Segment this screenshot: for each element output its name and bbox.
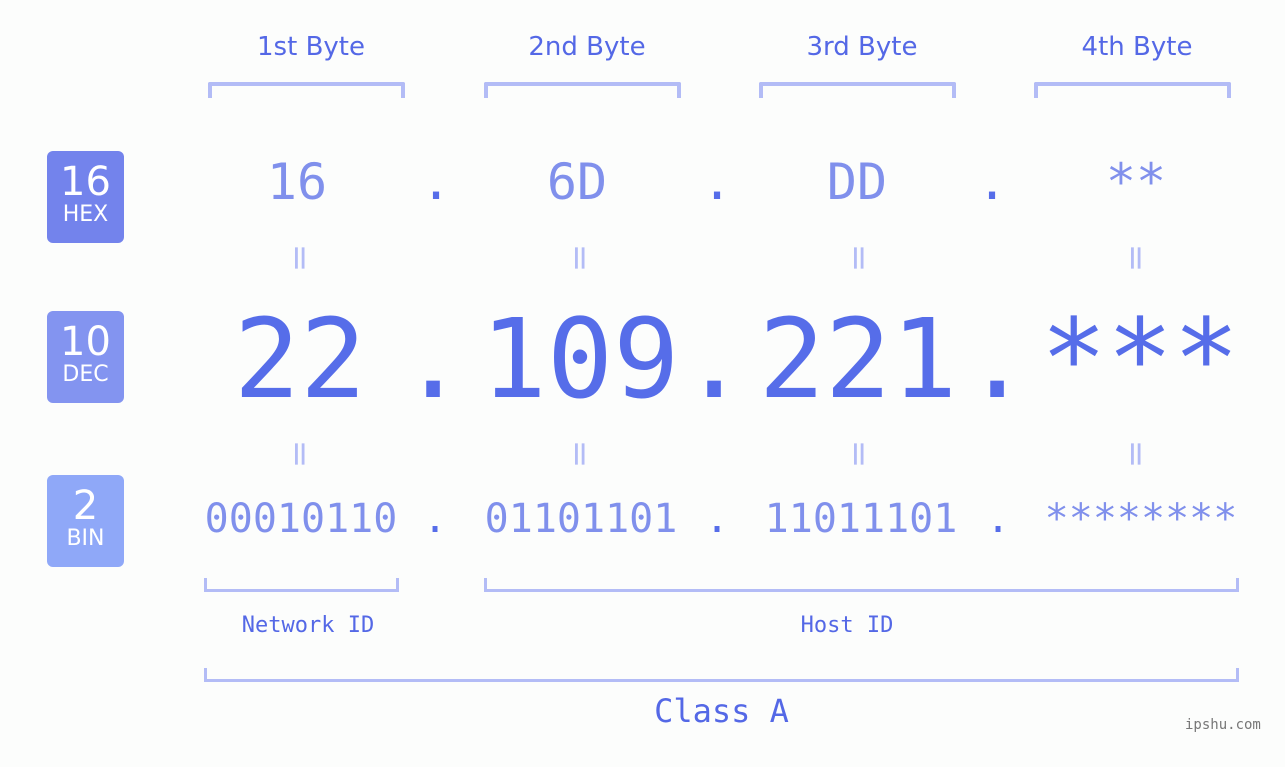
- bin-dot-3: .: [985, 496, 1011, 542]
- equals-dec-bin-2: =: [560, 439, 600, 469]
- bin-byte-2: 01101101: [484, 496, 678, 542]
- host-id-label: Host ID: [800, 613, 894, 638]
- equals-dec-bin-1: =: [280, 439, 320, 469]
- hex-badge: 16 HEX: [47, 151, 124, 243]
- host-id-bracket: [484, 578, 1239, 592]
- hex-badge-label: HEX: [62, 202, 109, 227]
- equals-hex-dec-2: =: [560, 243, 600, 273]
- equals-hex-dec-1: =: [280, 243, 320, 273]
- dec-byte-3: 221: [758, 295, 958, 423]
- network-id-bracket: [204, 578, 399, 592]
- network-id-label: Network ID: [241, 613, 375, 638]
- dec-byte-4: ***: [1040, 295, 1240, 423]
- dec-dot-3: .: [964, 295, 1031, 423]
- bin-dot-2: .: [704, 496, 730, 542]
- dec-dot-2: .: [681, 295, 748, 423]
- dec-byte-1: 22: [233, 295, 367, 423]
- dec-badge: 10 DEC: [47, 311, 124, 403]
- byte-header-2: 2nd Byte: [528, 32, 646, 62]
- equals-dec-bin-4: =: [1116, 439, 1156, 469]
- bin-badge-label: BIN: [66, 526, 105, 551]
- equals-hex-dec-3: =: [839, 243, 879, 273]
- class-bracket: [204, 668, 1239, 682]
- bin-byte-1: 00010110: [204, 496, 398, 542]
- bin-byte-4: ********: [1044, 496, 1238, 542]
- equals-dec-bin-3: =: [839, 439, 879, 469]
- byte-bracket-2: [484, 82, 681, 98]
- hex-badge-number: 16: [60, 159, 111, 205]
- watermark: ipshu.com: [1185, 717, 1261, 733]
- class-label: Class A: [654, 692, 789, 730]
- byte-header-4: 4th Byte: [1081, 32, 1193, 62]
- bin-badge: 2 BIN: [47, 475, 124, 567]
- bin-badge-number: 2: [72, 483, 99, 529]
- dec-dot-1: .: [400, 295, 467, 423]
- byte-header-3: 3rd Byte: [806, 32, 918, 62]
- hex-byte-4: **: [1105, 153, 1167, 211]
- byte-bracket-4: [1034, 82, 1231, 98]
- byte-bracket-3: [759, 82, 956, 98]
- bin-byte-3: 11011101: [764, 496, 958, 542]
- dec-badge-label: DEC: [62, 362, 109, 387]
- equals-hex-dec-4: =: [1116, 243, 1156, 273]
- byte-header-1: 1st Byte: [257, 32, 365, 62]
- dec-byte-2: 109: [480, 295, 680, 423]
- bin-dot-1: .: [422, 496, 448, 542]
- dec-badge-number: 10: [60, 319, 111, 365]
- byte-bracket-1: [208, 82, 405, 98]
